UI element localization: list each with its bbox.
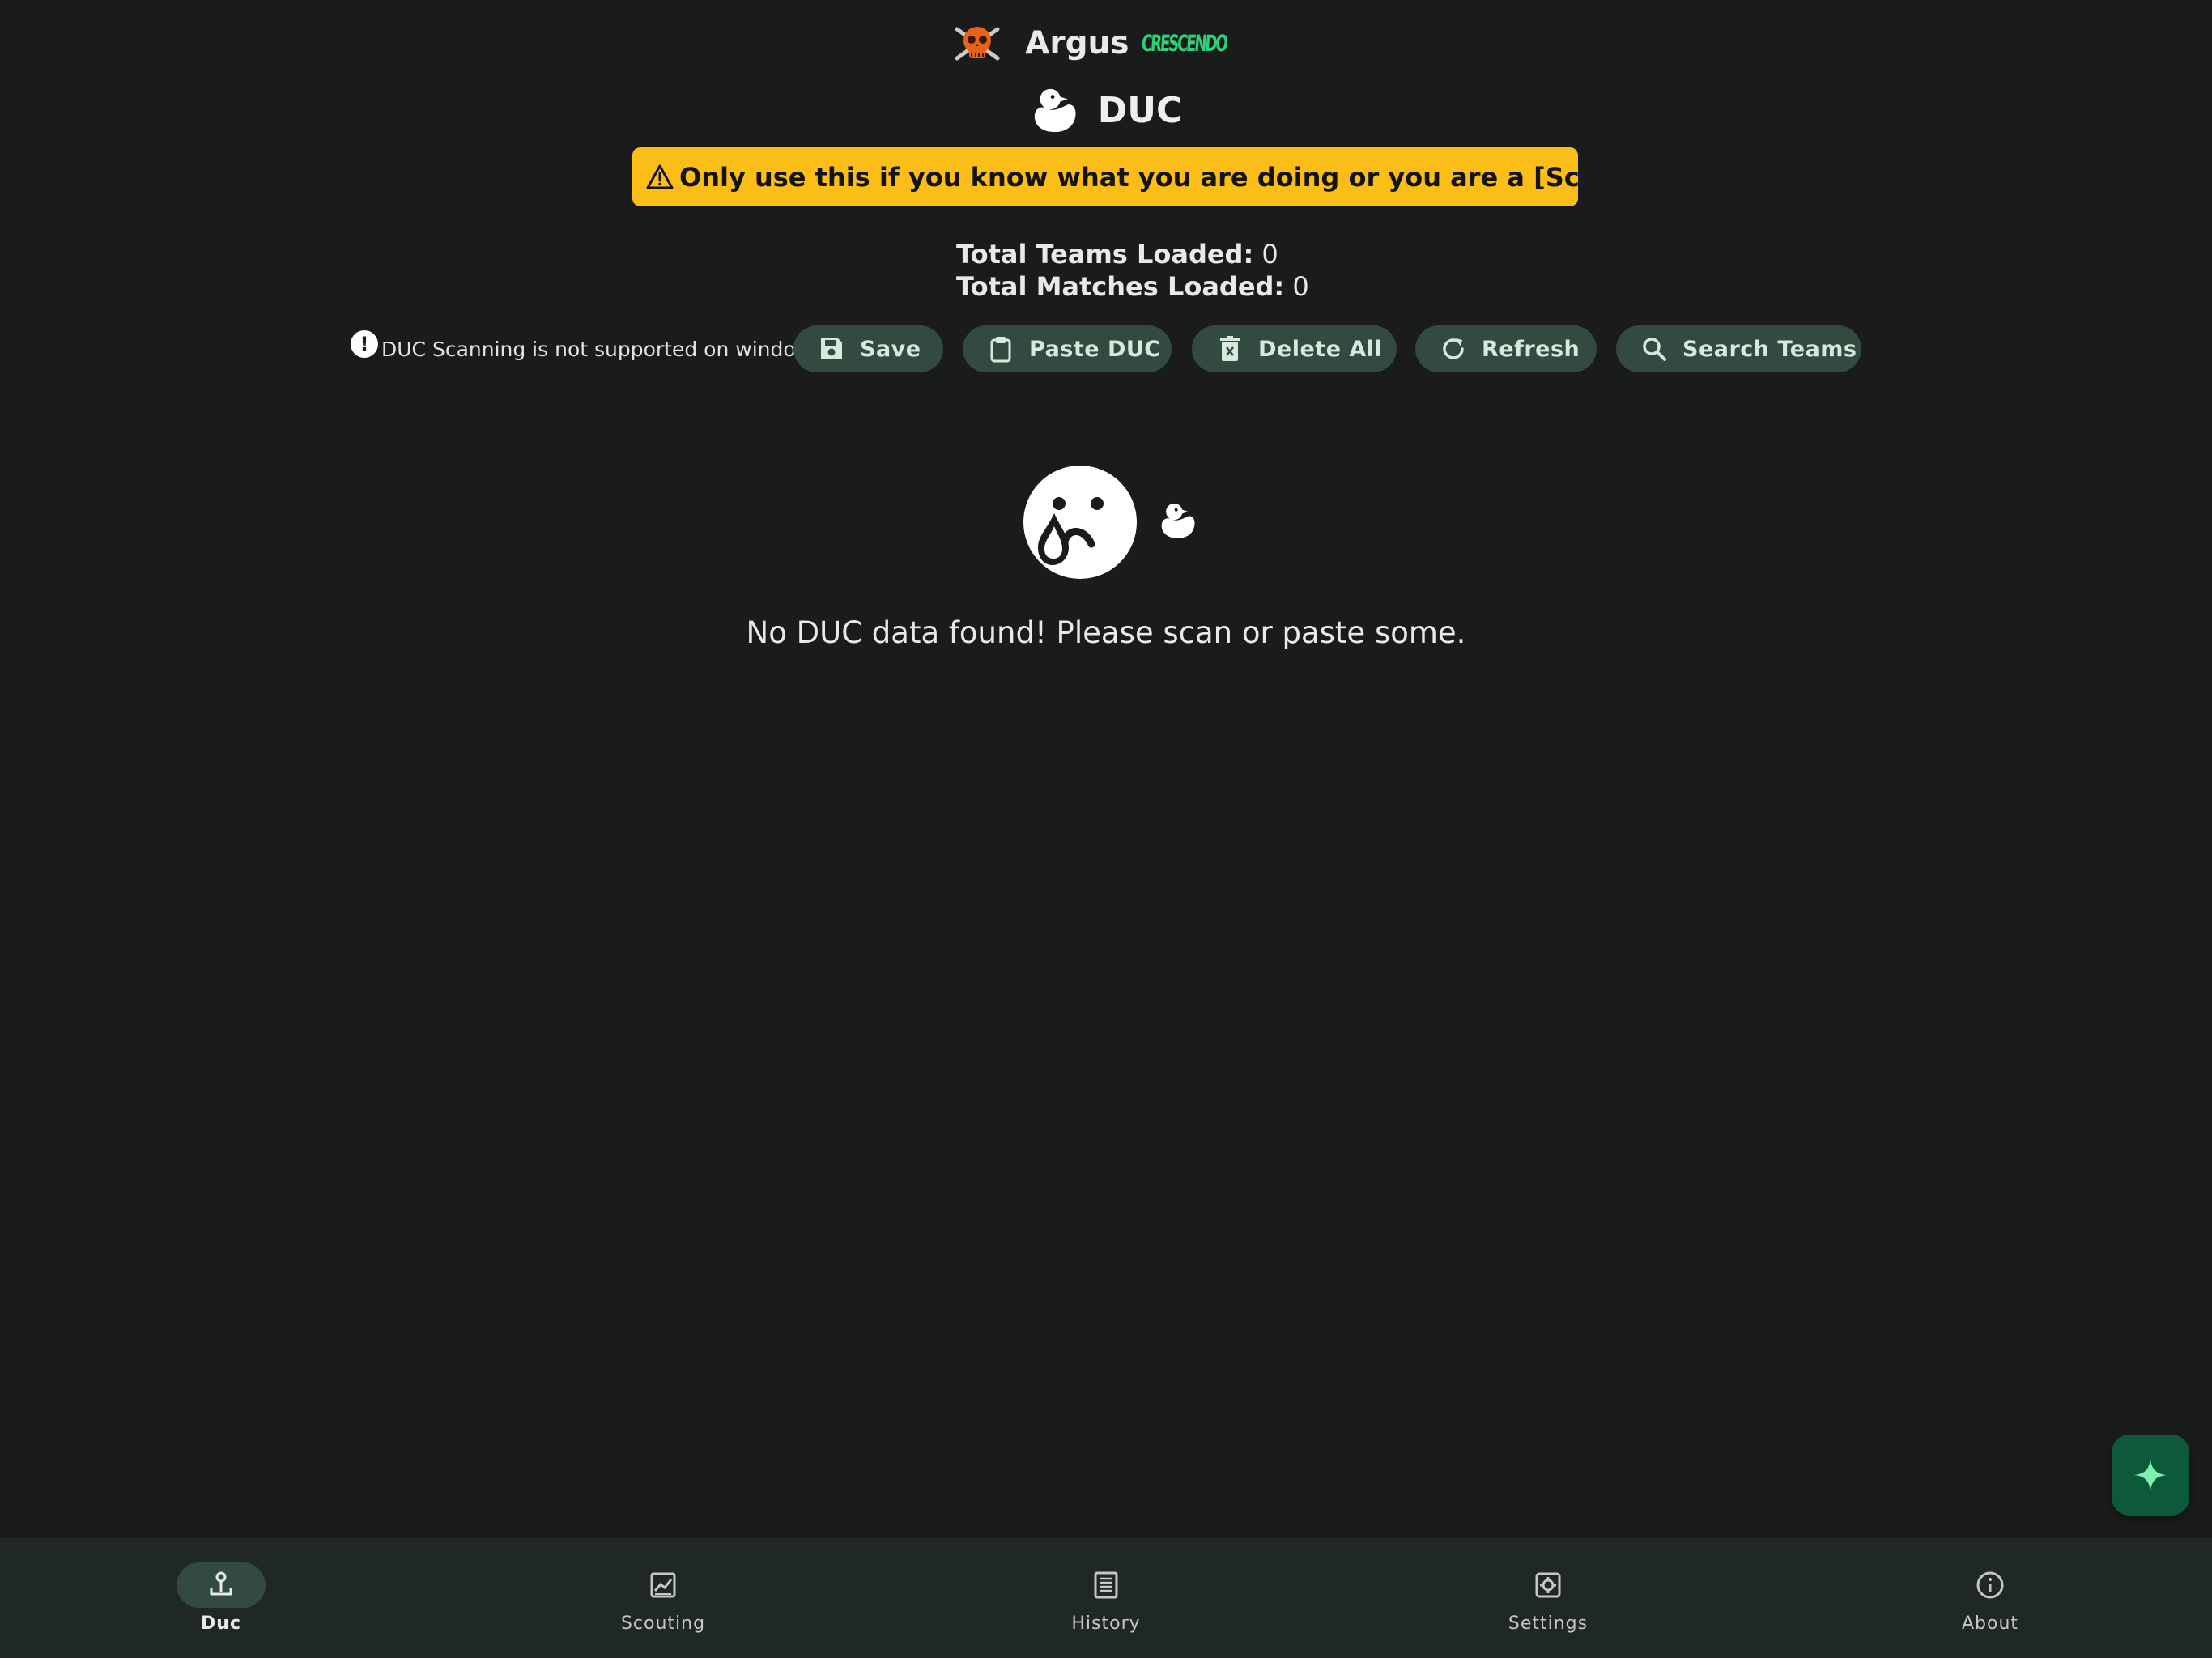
clipboard-icon	[990, 337, 1011, 363]
delete-icon	[1220, 336, 1240, 361]
nav-label-duc: Duc	[201, 1613, 241, 1634]
history-icon	[1094, 1571, 1118, 1599]
search-teams-button-label: Search Teams	[1682, 336, 1857, 362]
small-duck-icon	[1161, 503, 1195, 538]
teams-loaded-row: Total Teams Loaded: 0	[956, 238, 1309, 270]
chart-icon	[650, 1572, 676, 1598]
refresh-button-label: Refresh	[1482, 336, 1580, 362]
nav-label-about: About	[1961, 1613, 2019, 1634]
alert-icon: !	[351, 330, 378, 358]
argus-logo-icon	[955, 27, 1000, 61]
refresh-icon	[1443, 338, 1464, 359]
nav-label-settings: Settings	[1508, 1613, 1589, 1634]
app-root: Argus CRESCENDO DUC Only use this if you…	[0, 0, 2212, 1658]
nav-indicator-settings	[1504, 1562, 1593, 1608]
app-header: Argus CRESCENDO	[0, 18, 2212, 68]
nav-indicator-history	[1061, 1562, 1151, 1608]
app-title: Argus	[1025, 24, 1129, 62]
nav-item-settings[interactable]: Settings	[1459, 1538, 1621, 1658]
info-icon	[1976, 1571, 2004, 1599]
assistant-fab-button[interactable]	[2112, 1435, 2189, 1516]
warning-banner: Only use this if you know what you are d…	[632, 147, 1578, 206]
delete-all-button-label: Delete All	[1258, 336, 1383, 362]
teams-loaded-label: Total Teams Loaded:	[956, 239, 1254, 270]
nav-label-scouting: Scouting	[620, 1613, 706, 1634]
search-icon	[1643, 338, 1666, 361]
sad-face-icon	[1023, 466, 1137, 579]
settings-icon	[1535, 1572, 1561, 1598]
nav-item-about[interactable]: About	[1901, 1538, 2063, 1658]
scanning-unsupported-note: ! DUC Scanning is not supported on windo…	[351, 325, 823, 372]
scanning-note-text: DUC Scanning is not supported on windows	[381, 337, 823, 361]
duc-icon	[210, 1571, 232, 1596]
paste-duc-button[interactable]: Paste DUC	[963, 325, 1172, 372]
nav-item-duc[interactable]: Duc	[132, 1538, 294, 1658]
matches-loaded-value: 0	[1292, 271, 1309, 302]
page-heading: DUC	[0, 78, 2212, 142]
delete-all-button[interactable]: Delete All	[1192, 325, 1397, 372]
nav-indicator-duc	[177, 1562, 266, 1608]
empty-state-illustration	[1023, 466, 1195, 579]
toolbar: ! DUC Scanning is not supported on windo…	[0, 325, 2212, 372]
duck-icon	[1034, 88, 1076, 133]
sparkle-icon	[2134, 1459, 2167, 1491]
warning-text: Only use this if you know what you are d…	[679, 161, 1578, 193]
search-teams-button[interactable]: Search Teams	[1616, 325, 1861, 372]
refresh-button[interactable]: Refresh	[1415, 325, 1597, 372]
page-title: DUC	[1097, 89, 1183, 131]
teams-loaded-value: 0	[1261, 239, 1278, 270]
paste-duc-button-label: Paste DUC	[1029, 336, 1161, 362]
bottom-navigation: Duc Scouting History Settings About	[0, 1538, 2212, 1658]
load-stats: Total Teams Loaded: 0 Total Matches Load…	[956, 238, 1309, 303]
nav-indicator-about	[1946, 1562, 2035, 1608]
save-button-label: Save	[860, 336, 921, 362]
nav-item-history[interactable]: History	[1017, 1538, 1179, 1658]
save-icon	[821, 338, 842, 359]
save-button[interactable]: Save	[793, 325, 943, 372]
matches-loaded-row: Total Matches Loaded: 0	[956, 270, 1309, 303]
warning-icon	[646, 164, 674, 189]
matches-loaded-label: Total Matches Loaded:	[956, 271, 1285, 302]
season-badge: CRESCENDO	[1141, 29, 1228, 57]
nav-label-history: History	[1071, 1613, 1141, 1634]
nav-indicator-scouting	[619, 1562, 708, 1608]
empty-state-message: No DUC data found! Please scan or paste …	[746, 615, 1466, 650]
nav-item-scouting[interactable]: Scouting	[574, 1538, 736, 1658]
